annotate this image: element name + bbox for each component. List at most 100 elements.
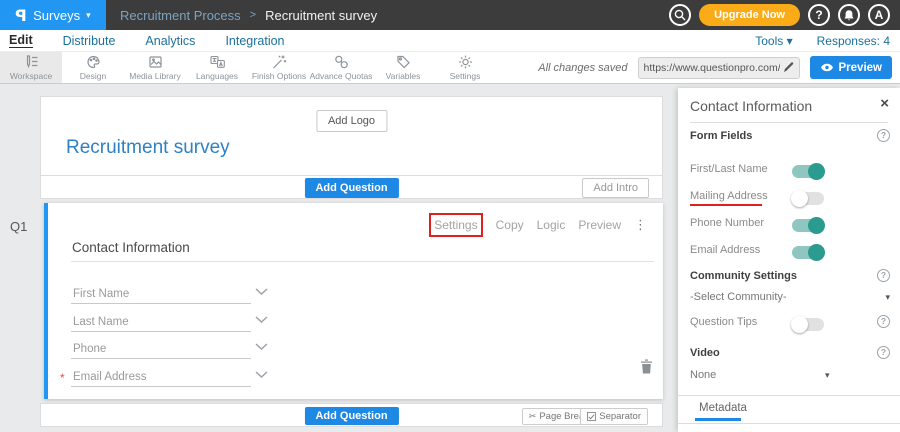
survey-url-input[interactable]	[644, 62, 780, 74]
help-icon[interactable]: ?	[877, 269, 890, 282]
form-fields-heading: Form Fields	[690, 130, 752, 142]
survey-title[interactable]: Recruitment survey	[66, 137, 230, 159]
toggle-mailing-address[interactable]	[792, 192, 824, 205]
topbar-actions: Upgrade Now ? A	[669, 4, 900, 26]
questionpro-logo-icon: P	[15, 6, 27, 25]
settings-gear-icon	[457, 54, 474, 70]
toggle-label-phone-number: Phone Number	[690, 217, 764, 229]
video-select[interactable]: None ▾	[690, 369, 890, 381]
scissors-icon: ✂	[529, 411, 537, 422]
tab-metadata[interactable]: Metadata	[699, 402, 747, 414]
chevron-down-icon[interactable]	[255, 343, 268, 351]
required-asterisk: *	[60, 371, 65, 385]
field-email-address[interactable]: Email Address	[71, 366, 251, 387]
community-settings-heading: Community Settings	[690, 270, 797, 282]
close-icon[interactable]: ×	[880, 95, 889, 112]
question-title[interactable]: Contact Information	[72, 240, 190, 255]
toggle-first-last-name[interactable]	[792, 165, 824, 178]
toggle-label-question-tips: Question Tips	[690, 316, 757, 328]
edit-toolbar: Workspace Design Media Library Languages…	[0, 52, 900, 84]
breadcrumb: Recruitment Process > Recruitment survey	[120, 8, 377, 23]
breadcrumb-separator-icon: >	[250, 9, 256, 21]
toggle-label-mailing-address: Mailing Address	[690, 190, 768, 202]
community-select[interactable]: -Select Community- ▾	[690, 291, 890, 303]
delete-question-icon[interactable]	[640, 358, 653, 374]
eye-icon	[820, 63, 834, 72]
survey-header-block: Add Logo Recruitment survey	[40, 96, 663, 176]
toolbar-item-variables[interactable]: Variables	[372, 52, 434, 83]
add-question-button-top[interactable]: Add Question	[304, 178, 398, 198]
field-phone[interactable]: Phone	[71, 338, 251, 359]
add-logo-button[interactable]: Add Logo	[316, 110, 387, 132]
preview-button[interactable]: Preview	[810, 56, 892, 79]
breadcrumb-folder[interactable]: Recruitment Process	[120, 8, 241, 23]
tab-edit[interactable]: Edit	[9, 33, 33, 48]
chevron-down-icon: ▾	[787, 34, 793, 48]
toolbar-item-settings[interactable]: Settings	[434, 52, 496, 83]
more-options-icon[interactable]: ⋮	[634, 217, 647, 233]
avatar-letter: A	[875, 8, 884, 22]
account-avatar[interactable]: A	[868, 4, 890, 26]
notifications-button[interactable]	[838, 4, 860, 26]
top-bar: P Surveys ▾ Recruitment Process > Recrui…	[0, 0, 900, 30]
question-number: Q1	[10, 219, 27, 234]
workspace-icon	[23, 54, 40, 70]
panel-divider	[678, 395, 900, 396]
help-icon[interactable]: ?	[877, 346, 890, 359]
panel-title: Contact Information	[690, 98, 812, 114]
finish-options-icon	[271, 54, 288, 70]
toggle-question-tips[interactable]	[792, 318, 824, 331]
question-action-settings[interactable]: Settings	[429, 213, 482, 237]
help-icon[interactable]: ?	[877, 129, 890, 142]
chevron-down-icon: ▾	[825, 370, 830, 381]
toolbar-item-design[interactable]: Design	[62, 52, 124, 83]
video-heading: Video	[690, 347, 720, 359]
section-nav: Edit Distribute Analytics Integration To…	[0, 30, 900, 52]
question-action-copy[interactable]: Copy	[496, 218, 524, 232]
chevron-down-icon: ▾	[86, 10, 91, 21]
help-icon[interactable]: ?	[877, 315, 890, 328]
edit-pencil-icon[interactable]	[783, 62, 794, 73]
annotation-underline	[690, 204, 762, 206]
bell-icon	[843, 9, 855, 22]
responses-count[interactable]: Responses: 4	[817, 34, 890, 48]
variables-icon	[395, 54, 412, 70]
panel-divider	[678, 423, 900, 424]
toolbar-right: All changes saved Preview	[538, 52, 900, 83]
upgrade-now-button[interactable]: Upgrade Now	[699, 4, 800, 26]
design-icon	[85, 54, 102, 70]
chevron-down-icon[interactable]	[255, 371, 268, 379]
add-intro-button[interactable]: Add Intro	[582, 178, 649, 198]
toggle-email-address[interactable]	[792, 246, 824, 259]
product-name: Surveys	[33, 8, 80, 23]
media-library-icon	[147, 54, 164, 70]
question-action-preview[interactable]: Preview	[578, 218, 621, 232]
chevron-down-icon[interactable]	[255, 316, 268, 324]
tab-distribute[interactable]: Distribute	[63, 34, 116, 48]
question-title-divider	[71, 261, 654, 262]
field-first-name[interactable]: First Name	[71, 283, 251, 304]
tab-analytics[interactable]: Analytics	[145, 34, 195, 48]
toolbar-item-media-library[interactable]: Media Library	[124, 52, 186, 83]
chevron-down-icon[interactable]	[255, 288, 268, 296]
toolbar-item-advance-quotas[interactable]: Advance Quotas	[310, 52, 372, 83]
tab-integration[interactable]: Integration	[225, 34, 284, 48]
field-last-name[interactable]: Last Name	[71, 311, 251, 332]
help-button[interactable]: ?	[808, 4, 830, 26]
breadcrumb-current: Recruitment survey	[265, 8, 377, 23]
languages-icon	[209, 54, 226, 70]
question-settings-panel: Contact Information × Form Fields ? Firs…	[678, 88, 900, 432]
add-question-row-bottom: Add Question ✂ Page Break Separator	[40, 403, 663, 427]
question-block-q1[interactable]: Settings Copy Logic Preview ⋮ Contact In…	[44, 203, 663, 399]
tools-menu[interactable]: Tools ▾	[755, 34, 792, 48]
toolbar-item-languages[interactable]: Languages	[186, 52, 248, 83]
question-action-logic[interactable]: Logic	[537, 218, 566, 232]
product-menu[interactable]: P Surveys ▾	[0, 0, 106, 30]
add-question-button-bottom[interactable]: Add Question	[304, 407, 398, 425]
toolbar-item-finish-options[interactable]: Finish Options	[248, 52, 310, 83]
separator-button[interactable]: Separator	[580, 408, 648, 425]
separator-icon	[587, 412, 596, 421]
search-button[interactable]	[669, 4, 691, 26]
toggle-phone-number[interactable]	[792, 219, 824, 232]
toolbar-item-workspace[interactable]: Workspace	[0, 52, 62, 83]
